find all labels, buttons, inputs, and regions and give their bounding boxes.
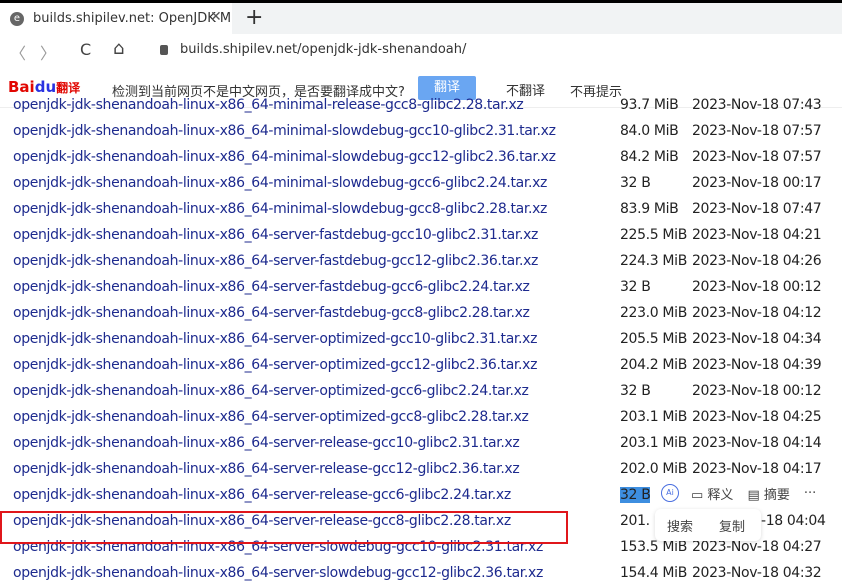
new-tab-button[interactable]: + xyxy=(245,5,263,30)
file-size: 224.3 MiB xyxy=(620,253,687,269)
file-date: 2023-Nov-18 07:57 xyxy=(692,123,822,139)
file-size: 32 B xyxy=(620,279,651,295)
define-button[interactable]: ▭ 释义 xyxy=(691,484,733,503)
file-link[interactable]: openjdk-jdk-shenandoah-linux-x86_64-mini… xyxy=(13,175,547,191)
close-tab-icon[interactable]: ✕ xyxy=(210,9,222,25)
file-date: 2023-Nov-18 04:34 xyxy=(692,331,822,347)
file-row: openjdk-jdk-shenandoah-linux-x86_64-serv… xyxy=(0,248,842,274)
tab-bar: e builds.shipilev.net: OpenJDK M ✕ + xyxy=(0,0,842,34)
file-link[interactable]: openjdk-jdk-shenandoah-linux-x86_64-serv… xyxy=(13,305,530,321)
file-date: 2023-Nov-18 04:27 xyxy=(692,539,822,555)
lock-icon xyxy=(160,44,168,55)
file-date: 2023-Nov-18 04:17 xyxy=(692,461,822,477)
file-row: openjdk-jdk-shenandoah-linux-x86_64-serv… xyxy=(0,352,842,378)
selection-menu: 搜索 复制 xyxy=(655,509,761,541)
file-link[interactable]: openjdk-jdk-shenandoah-linux-x86_64-mini… xyxy=(13,149,556,165)
forward-icon[interactable]: 〉 xyxy=(40,40,56,64)
browser-tab[interactable]: e builds.shipilev.net: OpenJDK M ✕ xyxy=(0,3,232,34)
copy-button[interactable]: 复制 xyxy=(719,516,745,535)
file-size: 83.9 MiB xyxy=(620,201,679,217)
file-row: openjdk-jdk-shenandoah-linux-x86_64-serv… xyxy=(0,222,842,248)
file-row: openjdk-jdk-shenandoah-linux-x86_64-serv… xyxy=(0,300,842,326)
file-date: 2023-Nov-18 04:25 xyxy=(692,409,822,425)
file-link[interactable]: openjdk-jdk-shenandoah-linux-x86_64-serv… xyxy=(13,487,511,503)
file-link[interactable]: openjdk-jdk-shenandoah-linux-x86_64-serv… xyxy=(13,565,543,581)
file-size: 205.5 MiB xyxy=(620,331,687,347)
file-row: openjdk-jdk-shenandoah-linux-x86_64-serv… xyxy=(0,430,842,456)
file-link[interactable]: openjdk-jdk-shenandoah-linux-x86_64-serv… xyxy=(13,357,537,373)
file-row: openjdk-jdk-shenandoah-linux-x86_64-serv… xyxy=(0,326,842,352)
file-row: openjdk-jdk-shenandoah-linux-x86_64-mini… xyxy=(0,92,842,118)
file-size: 84.0 MiB xyxy=(620,123,679,139)
home-icon[interactable]: ⌂ xyxy=(113,38,124,59)
file-link[interactable]: openjdk-jdk-shenandoah-linux-x86_64-serv… xyxy=(13,383,529,399)
file-date: -18 04:04 xyxy=(761,513,826,529)
summary-button[interactable]: ▤ 摘要 xyxy=(747,484,789,503)
file-row: openjdk-jdk-shenandoah-linux-x86_64-mini… xyxy=(0,118,842,144)
file-size: 153.5 MiB xyxy=(620,539,687,555)
file-link[interactable]: openjdk-jdk-shenandoah-linux-x86_64-mini… xyxy=(13,201,547,217)
back-icon[interactable]: 〈 xyxy=(10,40,26,64)
file-size: 203.1 MiB xyxy=(620,409,687,425)
file-size: 32 B xyxy=(620,383,651,399)
file-link[interactable]: openjdk-jdk-shenandoah-linux-x86_64-serv… xyxy=(13,409,529,425)
file-size: 201. xyxy=(620,513,650,529)
url-field[interactable]: builds.shipilev.net/openjdk-jdk-shenando… xyxy=(160,42,466,57)
file-link[interactable]: openjdk-jdk-shenandoah-linux-x86_64-serv… xyxy=(13,461,520,477)
file-size: 32 B xyxy=(620,487,651,503)
file-row: openjdk-jdk-shenandoah-linux-x86_64-mini… xyxy=(0,170,842,196)
file-row: openjdk-jdk-shenandoah-linux-x86_64-mini… xyxy=(0,144,842,170)
file-link[interactable]: openjdk-jdk-shenandoah-linux-x86_64-mini… xyxy=(13,97,524,113)
file-date: 2023-Nov-18 07:43 xyxy=(692,97,822,113)
file-row: openjdk-jdk-shenandoah-linux-x86_64-mini… xyxy=(0,196,842,222)
address-bar: 〈 〉 C ⌂ builds.shipilev.net/openjdk-jdk-… xyxy=(0,34,842,68)
file-link[interactable]: openjdk-jdk-shenandoah-linux-x86_64-serv… xyxy=(13,253,538,269)
highlight-box xyxy=(0,511,568,544)
file-date: 2023-Nov-18 07:47 xyxy=(692,201,822,217)
file-size: 93.7 MiB xyxy=(620,97,679,113)
file-row: openjdk-jdk-shenandoah-linux-x86_64-serv… xyxy=(0,456,842,482)
file-date: 2023-Nov-18 00:12 xyxy=(692,383,822,399)
file-link[interactable]: openjdk-jdk-shenandoah-linux-x86_64-serv… xyxy=(13,227,538,243)
url-text: builds.shipilev.net/openjdk-jdk-shenando… xyxy=(180,42,467,57)
file-date: 2023-Nov-18 04:32 xyxy=(692,565,822,581)
file-date: 2023-Nov-18 00:12 xyxy=(692,279,822,295)
file-size: 32 B xyxy=(620,175,651,191)
file-date: 2023-Nov-18 04:21 xyxy=(692,227,822,243)
file-date: 2023-Nov-18 00:17 xyxy=(692,175,822,191)
file-date: 2023-Nov-18 04:12 xyxy=(692,305,822,321)
tab-title: builds.shipilev.net: OpenJDK M xyxy=(33,11,232,26)
file-size: 202.0 MiB xyxy=(620,461,687,477)
file-date: 2023-Nov-18 04:14 xyxy=(692,435,822,451)
file-row: openjdk-jdk-shenandoah-linux-x86_64-serv… xyxy=(0,274,842,300)
file-size: 204.2 MiB xyxy=(620,357,687,373)
file-link[interactable]: openjdk-jdk-shenandoah-linux-x86_64-serv… xyxy=(13,279,530,295)
file-size: 84.2 MiB xyxy=(620,149,679,165)
ai-icon[interactable]: Ai xyxy=(661,484,679,502)
file-size: 154.4 MiB xyxy=(620,565,687,581)
search-button[interactable]: 搜索 xyxy=(667,516,693,535)
file-date: 2023-Nov-18 04:39 xyxy=(692,357,822,373)
file-date: 2023-Nov-18 04:26 xyxy=(692,253,822,269)
file-link[interactable]: openjdk-jdk-shenandoah-linux-x86_64-serv… xyxy=(13,435,520,451)
file-date: 2023-Nov-18 07:57 xyxy=(692,149,822,165)
file-row: openjdk-jdk-shenandoah-linux-x86_64-serv… xyxy=(0,560,842,586)
file-row: openjdk-jdk-shenandoah-linux-x86_64-serv… xyxy=(0,404,842,430)
file-link[interactable]: openjdk-jdk-shenandoah-linux-x86_64-serv… xyxy=(13,331,537,347)
file-size: 223.0 MiB xyxy=(620,305,687,321)
more-icon[interactable]: ··· xyxy=(804,486,816,501)
file-row: openjdk-jdk-shenandoah-linux-x86_64-serv… xyxy=(0,378,842,404)
file-size: 203.1 MiB xyxy=(620,435,687,451)
selection-toolbar: Ai ▭ 释义 ▤ 摘要 ··· xyxy=(655,481,835,505)
file-link[interactable]: openjdk-jdk-shenandoah-linux-x86_64-mini… xyxy=(13,123,556,139)
reload-icon[interactable]: C xyxy=(80,40,91,59)
site-favicon-icon: e xyxy=(10,11,24,26)
file-size: 225.5 MiB xyxy=(620,227,687,243)
